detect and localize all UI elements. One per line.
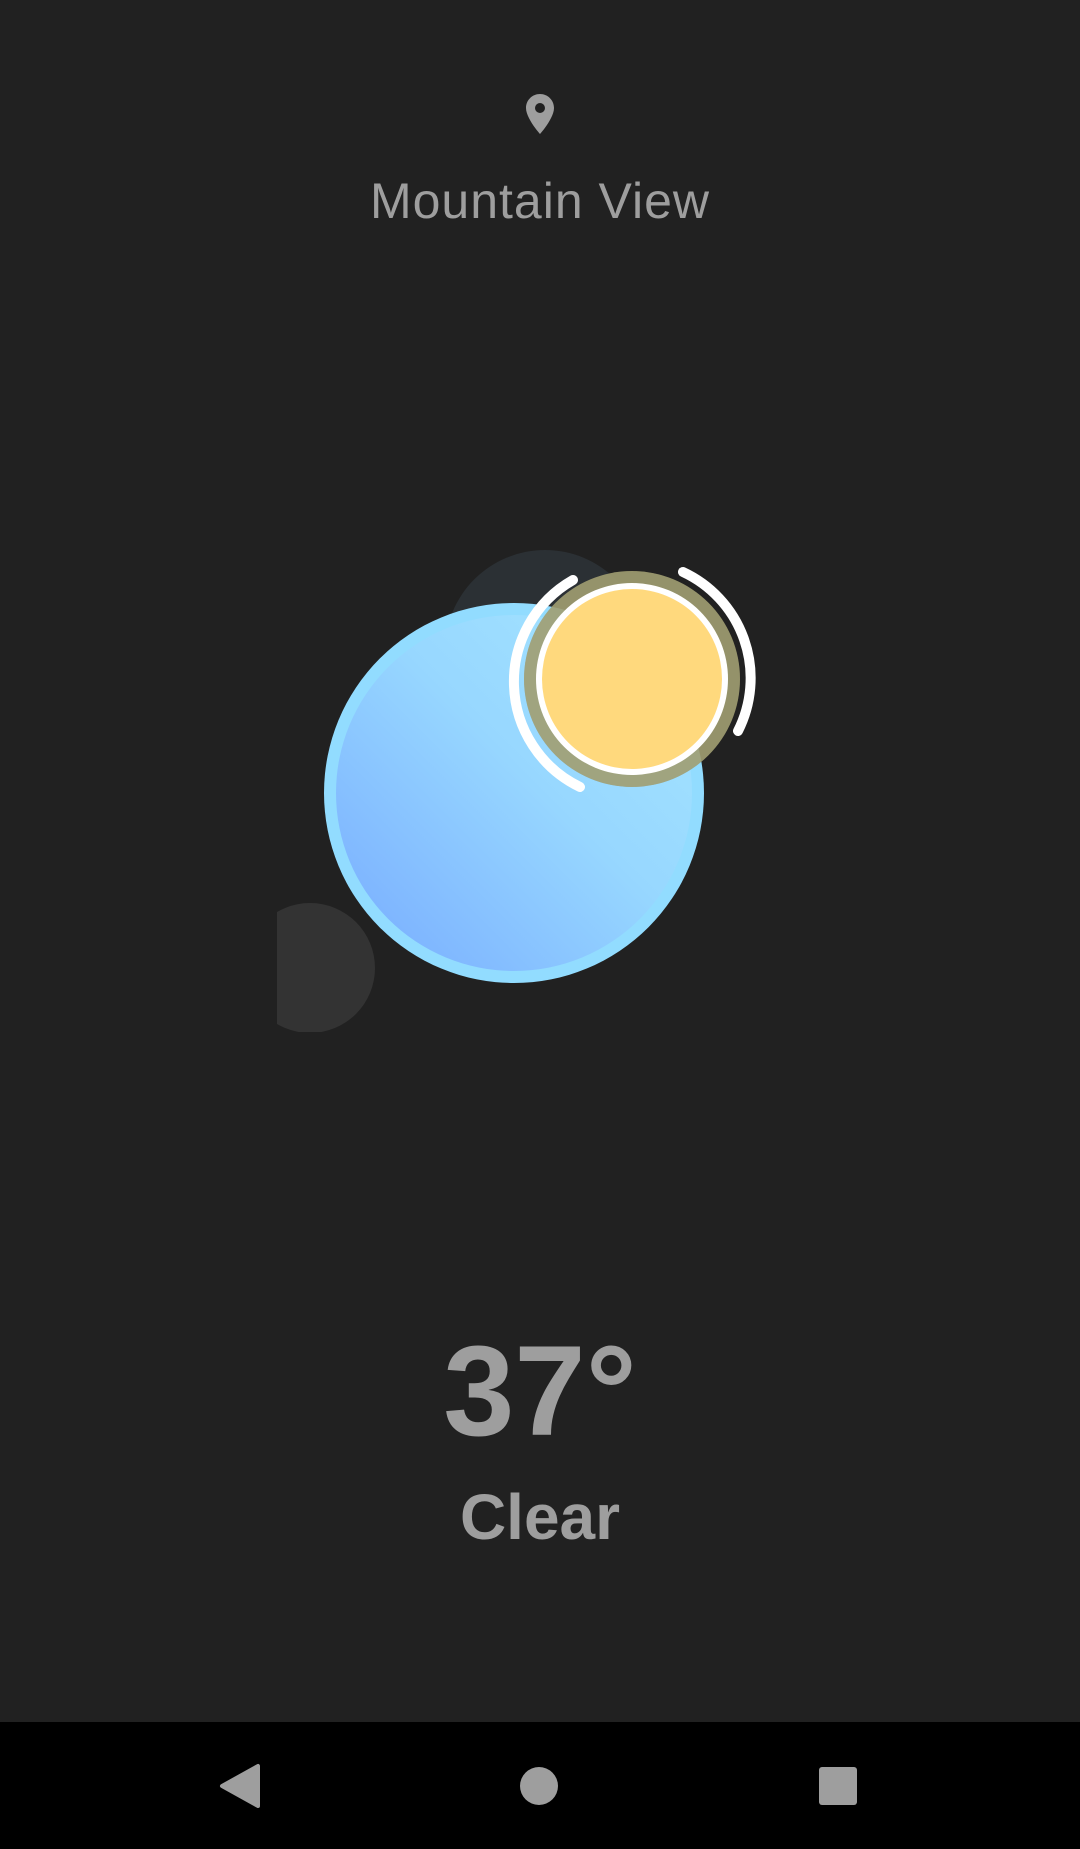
location-name[interactable]: Mountain View (0, 172, 1080, 230)
navigation-bar (0, 1722, 1080, 1849)
background-shape-small (277, 903, 375, 1032)
recents-button[interactable] (796, 1744, 880, 1828)
location-pin-icon (526, 94, 554, 134)
weather-illustration (277, 550, 756, 1032)
recents-square-icon (819, 1767, 857, 1805)
back-button[interactable] (198, 1744, 282, 1828)
condition: Clear (459, 1481, 621, 1553)
temperature: 37° (443, 1320, 637, 1463)
weather-screen: Mountain View 37° Clear (0, 0, 1080, 1849)
header: Mountain View (0, 0, 1080, 260)
back-triangle-icon (220, 1764, 260, 1808)
home-circle-icon (520, 1767, 558, 1805)
home-button[interactable] (497, 1744, 581, 1828)
